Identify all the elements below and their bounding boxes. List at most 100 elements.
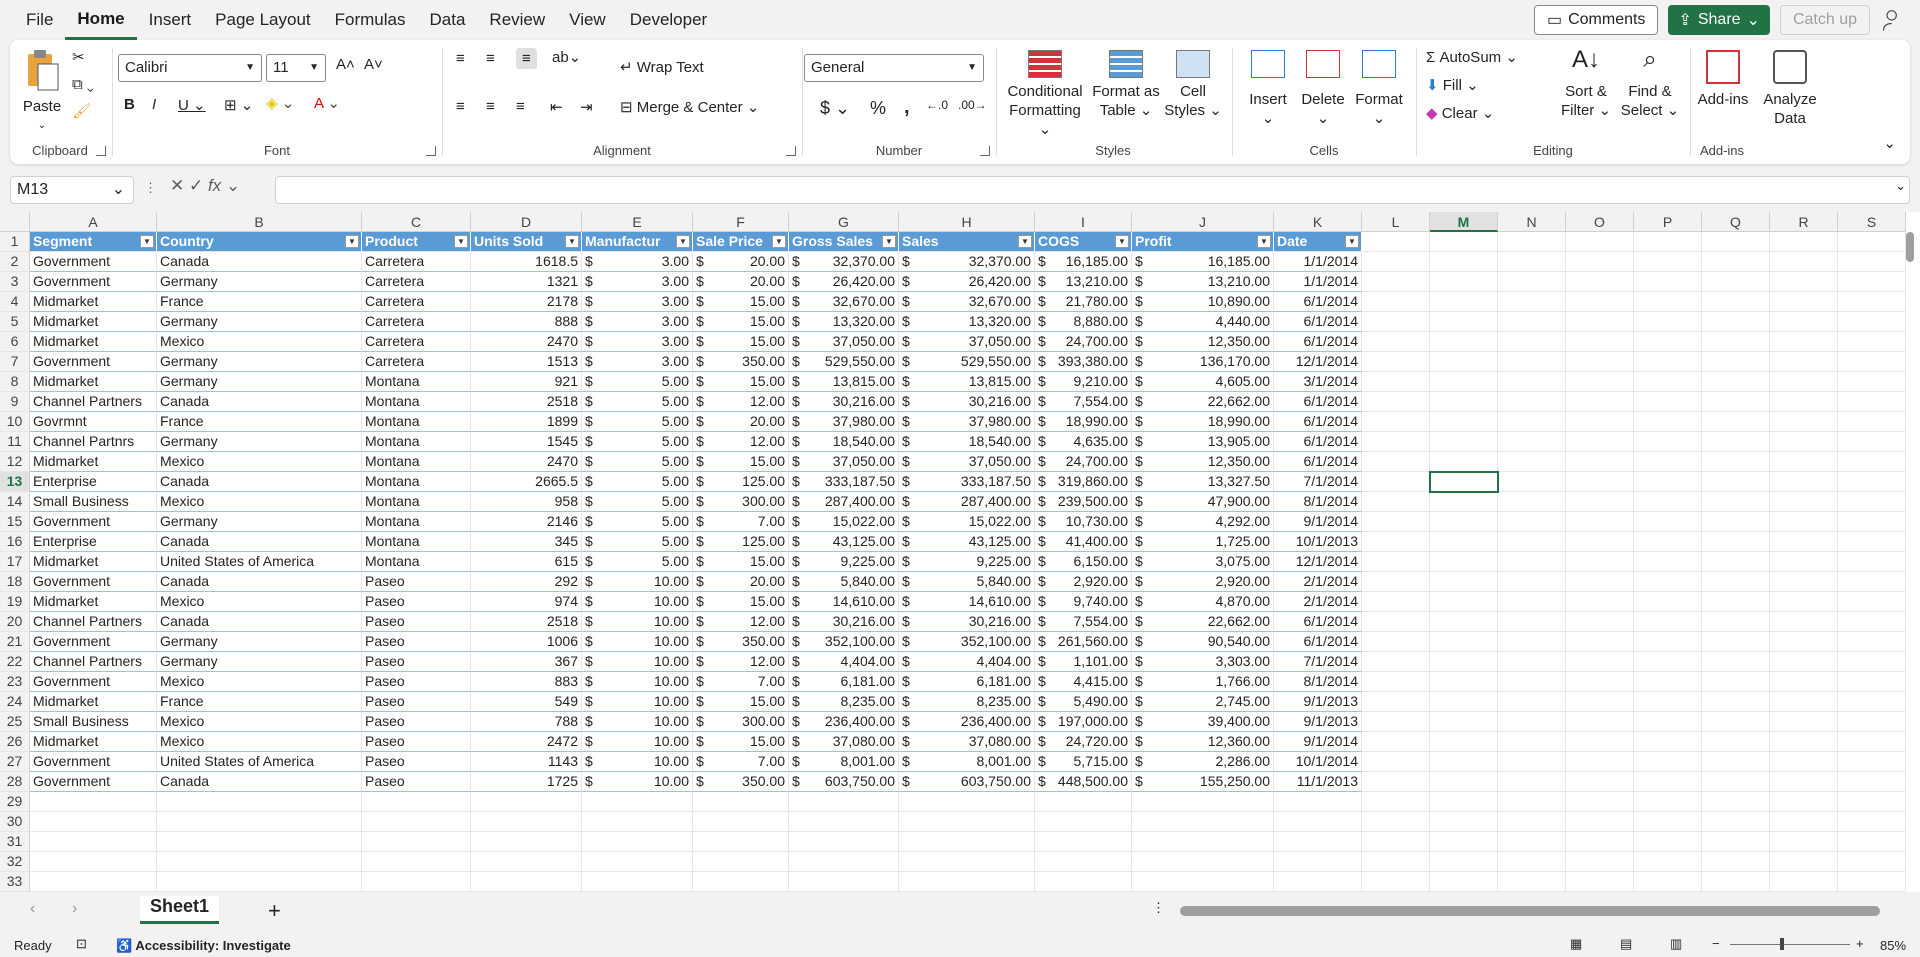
cell[interactable]: Montana — [362, 552, 471, 572]
cell[interactable] — [1838, 732, 1906, 752]
tab-review[interactable]: Review — [477, 0, 557, 40]
cell[interactable]: Paseo — [362, 692, 471, 712]
cell[interactable] — [1702, 812, 1770, 832]
horizontal-scrollbar[interactable] — [1180, 906, 1880, 916]
cell[interactable]: 6/1/2014 — [1274, 612, 1362, 632]
cell[interactable] — [1838, 272, 1906, 292]
cell[interactable]: Montana — [362, 492, 471, 512]
cell[interactable] — [1430, 692, 1498, 712]
cell[interactable]: $4,870.00 — [1132, 592, 1274, 612]
cell[interactable] — [1770, 632, 1838, 652]
cell[interactable]: 1618.5 — [471, 252, 582, 272]
cell[interactable]: $12,350.00 — [1132, 332, 1274, 352]
clipboard-launcher-icon[interactable] — [96, 146, 106, 156]
cell[interactable] — [1430, 672, 1498, 692]
cell[interactable]: 2472 — [471, 732, 582, 752]
cell[interactable]: 292 — [471, 572, 582, 592]
cell[interactable] — [1838, 712, 1906, 732]
cell[interactable]: Montana — [362, 472, 471, 492]
row-header[interactable]: 23 — [0, 672, 30, 692]
cell[interactable]: $32,370.00 — [899, 252, 1035, 272]
cell[interactable]: Mexico — [157, 332, 362, 352]
zoom-slider[interactable] — [1730, 944, 1850, 945]
cell[interactable] — [1566, 572, 1634, 592]
cell[interactable] — [1838, 412, 1906, 432]
cell[interactable] — [1430, 632, 1498, 652]
row-header[interactable]: 15 — [0, 512, 30, 532]
cell[interactable]: 6/1/2014 — [1274, 412, 1362, 432]
cell[interactable]: $13,327.50 — [1132, 472, 1274, 492]
cell[interactable]: $197,000.00 — [1035, 712, 1132, 732]
row-header[interactable]: 19 — [0, 592, 30, 612]
cell[interactable] — [1770, 812, 1838, 832]
column-header-d[interactable]: D — [471, 212, 582, 232]
number-format-dropdown[interactable]: General ▼ — [804, 54, 984, 82]
cell[interactable] — [1634, 852, 1702, 872]
cell[interactable]: 6/1/2014 — [1274, 312, 1362, 332]
cell[interactable] — [1838, 492, 1906, 512]
cell[interactable]: $21,780.00 — [1035, 292, 1132, 312]
name-box[interactable]: M13 ⌄ — [10, 176, 134, 204]
cell[interactable] — [1702, 612, 1770, 632]
cell[interactable] — [1838, 792, 1906, 812]
cell[interactable] — [1430, 472, 1498, 492]
cell[interactable]: 921 — [471, 372, 582, 392]
cell[interactable] — [1362, 772, 1430, 792]
cell[interactable] — [899, 832, 1035, 852]
column-header-o[interactable]: O — [1566, 212, 1634, 232]
cell[interactable] — [1838, 652, 1906, 672]
cell[interactable] — [1362, 252, 1430, 272]
cell[interactable]: Canada — [157, 572, 362, 592]
cell[interactable]: $125.00 — [693, 532, 789, 552]
cell[interactable]: $603,750.00 — [789, 772, 899, 792]
person-icon[interactable] — [1880, 6, 1908, 34]
insert-cells-button[interactable]: Insert ⌄ — [1244, 50, 1292, 128]
cell[interactable] — [1362, 392, 1430, 412]
cell[interactable]: $10.00 — [582, 672, 693, 692]
cell[interactable]: Montana — [362, 512, 471, 532]
filter-dropdown-icon[interactable]: ▼ — [1345, 235, 1359, 248]
cell[interactable]: Paseo — [362, 612, 471, 632]
cell[interactable] — [1702, 792, 1770, 812]
cell[interactable] — [1702, 352, 1770, 372]
cell[interactable] — [1132, 792, 1274, 812]
cell[interactable]: Montana — [362, 392, 471, 412]
cell[interactable] — [1498, 272, 1566, 292]
cell[interactable]: Midmarket — [30, 552, 157, 572]
cell[interactable] — [1770, 792, 1838, 812]
column-header-l[interactable]: L — [1362, 212, 1430, 232]
cell[interactable]: 9/1/2014 — [1274, 512, 1362, 532]
cell[interactable]: $39,400.00 — [1132, 712, 1274, 732]
cell[interactable]: $37,050.00 — [789, 332, 899, 352]
cell[interactable] — [1566, 612, 1634, 632]
cell[interactable] — [789, 832, 899, 852]
cell[interactable] — [1362, 292, 1430, 312]
cell[interactable] — [1702, 412, 1770, 432]
cell[interactable] — [1430, 492, 1498, 512]
cell[interactable] — [30, 832, 157, 852]
row-header[interactable]: 30 — [0, 812, 30, 832]
cell[interactable]: Government — [30, 252, 157, 272]
cell[interactable]: $5.00 — [582, 532, 693, 552]
cell[interactable] — [1770, 692, 1838, 712]
cell[interactable]: 9/1/2013 — [1274, 692, 1362, 712]
row-header[interactable]: 27 — [0, 752, 30, 772]
cell[interactable]: 3/1/2014 — [1274, 372, 1362, 392]
wrap-text-button[interactable]: ↵ Wrap Text — [620, 58, 704, 76]
cell[interactable]: Germany — [157, 372, 362, 392]
cell[interactable]: $2,745.00 — [1132, 692, 1274, 712]
cell[interactable]: $18,540.00 — [899, 432, 1035, 452]
cell[interactable] — [1430, 232, 1498, 252]
cell[interactable] — [1770, 612, 1838, 632]
cell[interactable] — [1838, 872, 1906, 892]
cell[interactable]: Midmarket — [30, 732, 157, 752]
cell[interactable] — [1430, 732, 1498, 752]
cell[interactable]: $8,235.00 — [789, 692, 899, 712]
cell[interactable] — [1634, 252, 1702, 272]
tab-developer[interactable]: Developer — [618, 0, 720, 40]
cell[interactable] — [471, 872, 582, 892]
autosum-button[interactable]: Σ AutoSum ⌄ — [1426, 48, 1518, 66]
cell[interactable] — [362, 812, 471, 832]
cell[interactable] — [1035, 872, 1132, 892]
cell[interactable] — [789, 872, 899, 892]
